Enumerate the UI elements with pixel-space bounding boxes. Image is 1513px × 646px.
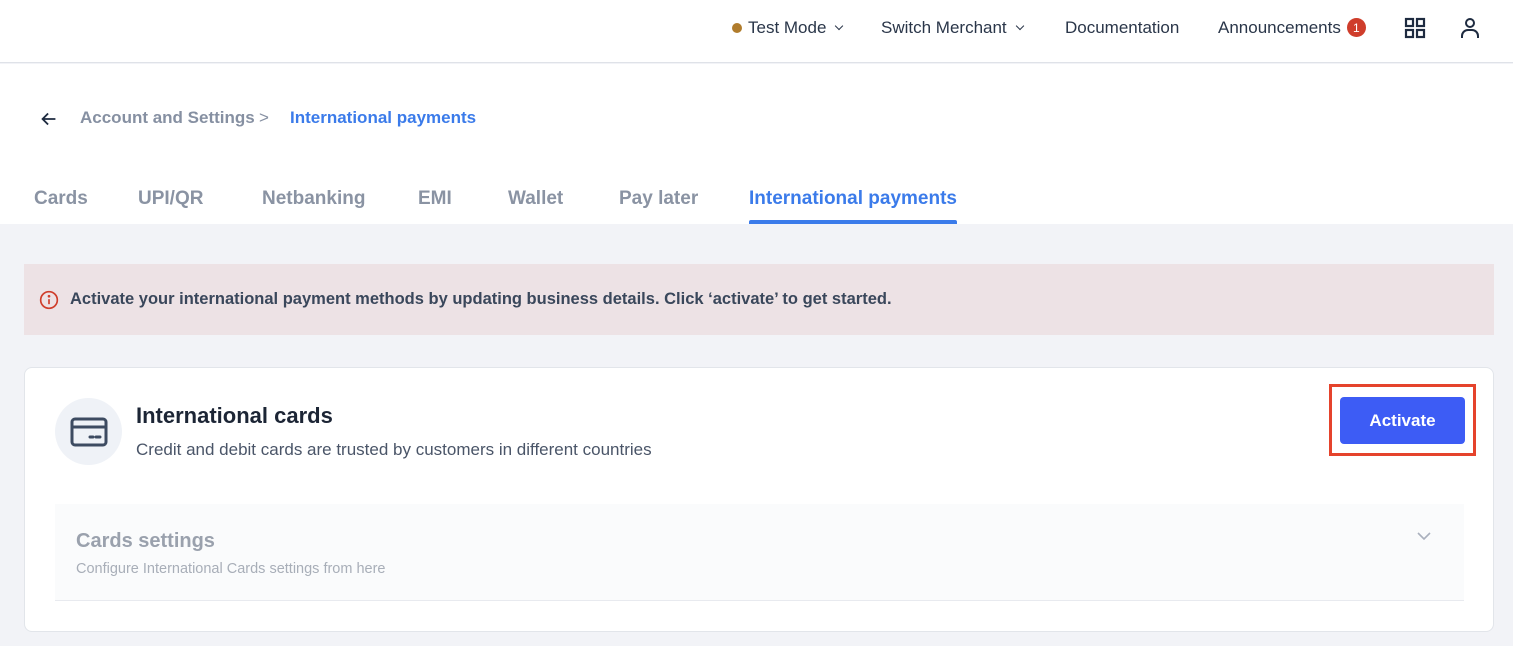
arrow-left-icon[interactable] — [38, 108, 60, 130]
chevron-down-icon — [1015, 21, 1024, 30]
breadcrumb-parent[interactable]: Account and Settings — [80, 108, 255, 128]
user-icon — [1461, 17, 1479, 38]
cards-settings-accordion[interactable]: Cards settings Configure International C… — [55, 504, 1464, 601]
alert-text: Activate your international payment meth… — [70, 290, 892, 308]
announcements-link[interactable]: Announcements 1 — [1218, 0, 1366, 55]
top-bar: Test Mode Switch Merchant Documentation … — [0, 0, 1513, 63]
info-alert: Activate your international payment meth… — [24, 264, 1494, 335]
card-title: International cards — [136, 403, 333, 428]
breadcrumb-current: International payments — [290, 108, 477, 127]
grid-icon — [1404, 17, 1426, 38]
cards-settings-description: Configure International Cards settings f… — [76, 561, 386, 577]
activate-button[interactable]: Activate — [1340, 397, 1465, 444]
test-mode-label: Test Mode — [748, 17, 827, 37]
mode-status-dot — [732, 22, 742, 33]
documentation-link[interactable]: Documentation — [1065, 0, 1179, 55]
chevron-down-icon — [835, 21, 844, 30]
chevron-down-icon[interactable] — [1416, 528, 1432, 544]
profile-button[interactable] — [1458, 0, 1482, 55]
announcements-label: Announcements — [1218, 17, 1341, 37]
info-icon — [39, 290, 59, 309]
tab-international-payments[interactable]: International payments — [749, 188, 957, 224]
credit-card-icon — [70, 417, 107, 446]
switch-merchant-dropdown[interactable]: Switch Merchant — [881, 0, 1024, 55]
card-icon-container — [55, 398, 122, 465]
breadcrumb-separator: > — [259, 108, 269, 127]
tab-wallet[interactable]: Wallet — [508, 188, 563, 224]
test-mode-dropdown[interactable]: Test Mode — [732, 0, 844, 55]
tab-emi[interactable]: EMI — [418, 188, 452, 224]
apps-button[interactable] — [1403, 0, 1427, 55]
card-description: Credit and debit cards are trusted by cu… — [136, 440, 652, 459]
announcements-badge: 1 — [1346, 18, 1366, 37]
tab-cards[interactable]: Cards — [34, 188, 88, 224]
cards-settings-title: Cards settings — [76, 530, 215, 552]
tab-netbanking[interactable]: Netbanking — [262, 188, 365, 224]
switch-merchant-label: Switch Merchant — [881, 17, 1007, 37]
tab-pay-later[interactable]: Pay later — [619, 188, 698, 224]
international-cards-card: International cards Credit and debit car… — [24, 367, 1494, 632]
tab-upi-qr[interactable]: UPI/QR — [138, 188, 203, 224]
